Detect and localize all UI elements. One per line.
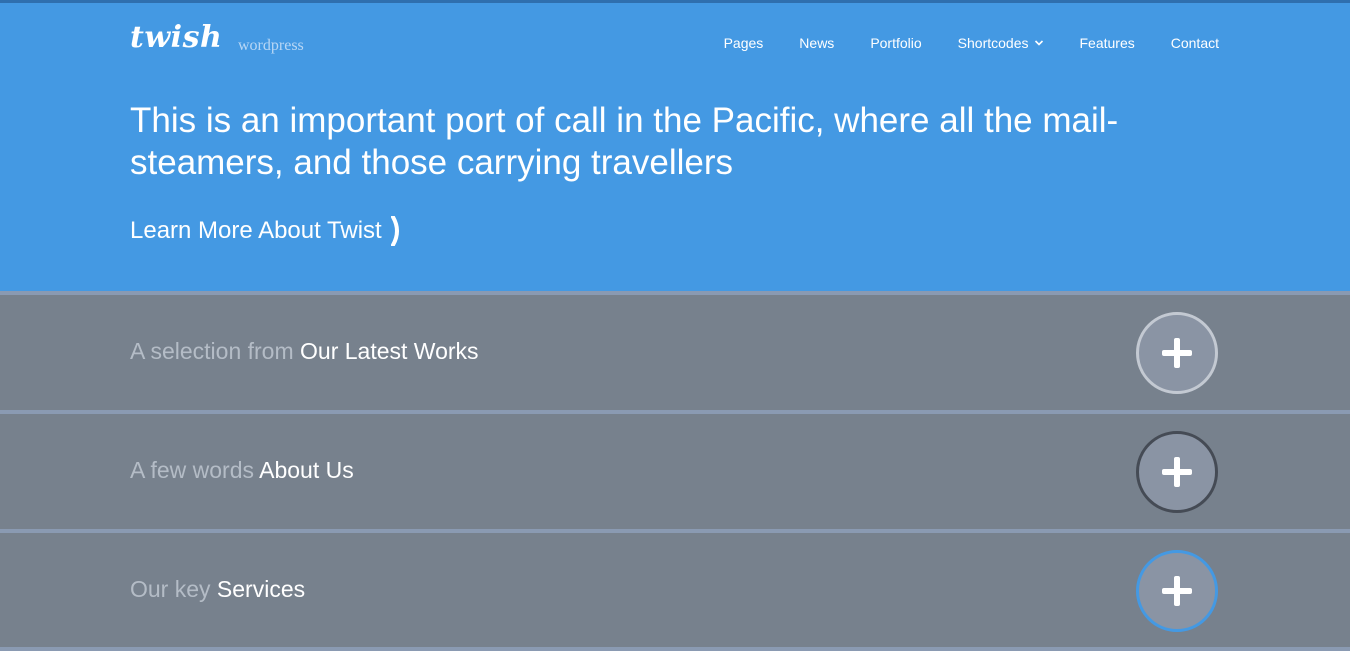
nav-item-label: News [799, 35, 835, 51]
nav-item-label: Shortcodes [957, 35, 1029, 51]
site-tagline: wordpress [238, 37, 304, 54]
section-title-main: Our Latest Works [300, 338, 479, 364]
expand-about-us-button[interactable] [1136, 431, 1218, 513]
nav-item-label: Portfolio [870, 35, 922, 51]
section-title-prefix: A few words [130, 457, 254, 483]
section-title: A selection from Our Latest Works [130, 295, 479, 408]
section-about-us: A few words About Us [0, 410, 1350, 529]
hero-banner: twish wordpress Pages News Portfolio Sho… [0, 0, 1350, 291]
nav-item-label: Features [1079, 35, 1135, 51]
nav-item-news[interactable]: News [799, 35, 834, 51]
nav-item-features[interactable]: Features [1080, 35, 1135, 51]
section-latest-works: A selection from Our Latest Works [0, 291, 1350, 410]
site-logo[interactable]: twish [130, 20, 222, 55]
section-services: Our key Services [0, 529, 1350, 648]
hero-headline: This is an important port of call in the… [130, 101, 1119, 182]
expand-latest-works-button[interactable] [1136, 312, 1218, 394]
learn-more-label: Learn More About Twist [130, 217, 382, 244]
expand-services-button[interactable] [1136, 550, 1218, 632]
nav-item-pages[interactable]: Pages [724, 35, 764, 51]
nav-item-contact[interactable]: Contact [1171, 35, 1219, 51]
section-title-prefix: Our key [130, 576, 211, 602]
chevron-down-icon [1034, 40, 1043, 46]
plus-icon [1162, 338, 1192, 368]
section-divider [0, 647, 1350, 651]
section-title-main: Services [216, 576, 306, 602]
plus-icon [1162, 576, 1192, 606]
section-title-prefix: A selection from [130, 338, 294, 364]
nav-item-label: Pages [723, 35, 764, 51]
nav-item-label: Contact [1170, 35, 1219, 51]
learn-more-link[interactable]: Learn More About Twist [130, 216, 403, 246]
section-title: Our key Services [130, 533, 305, 646]
nav-item-portfolio[interactable]: Portfolio [870, 35, 921, 51]
main-nav: Pages News Portfolio Shortcodes Features… [724, 35, 1219, 51]
plus-icon [1162, 457, 1192, 487]
section-title: A few words About Us [130, 414, 354, 527]
chevron-right-icon [390, 216, 399, 246]
section-title-main: About Us [259, 457, 354, 483]
nav-item-shortcodes[interactable]: Shortcodes [958, 35, 1044, 51]
